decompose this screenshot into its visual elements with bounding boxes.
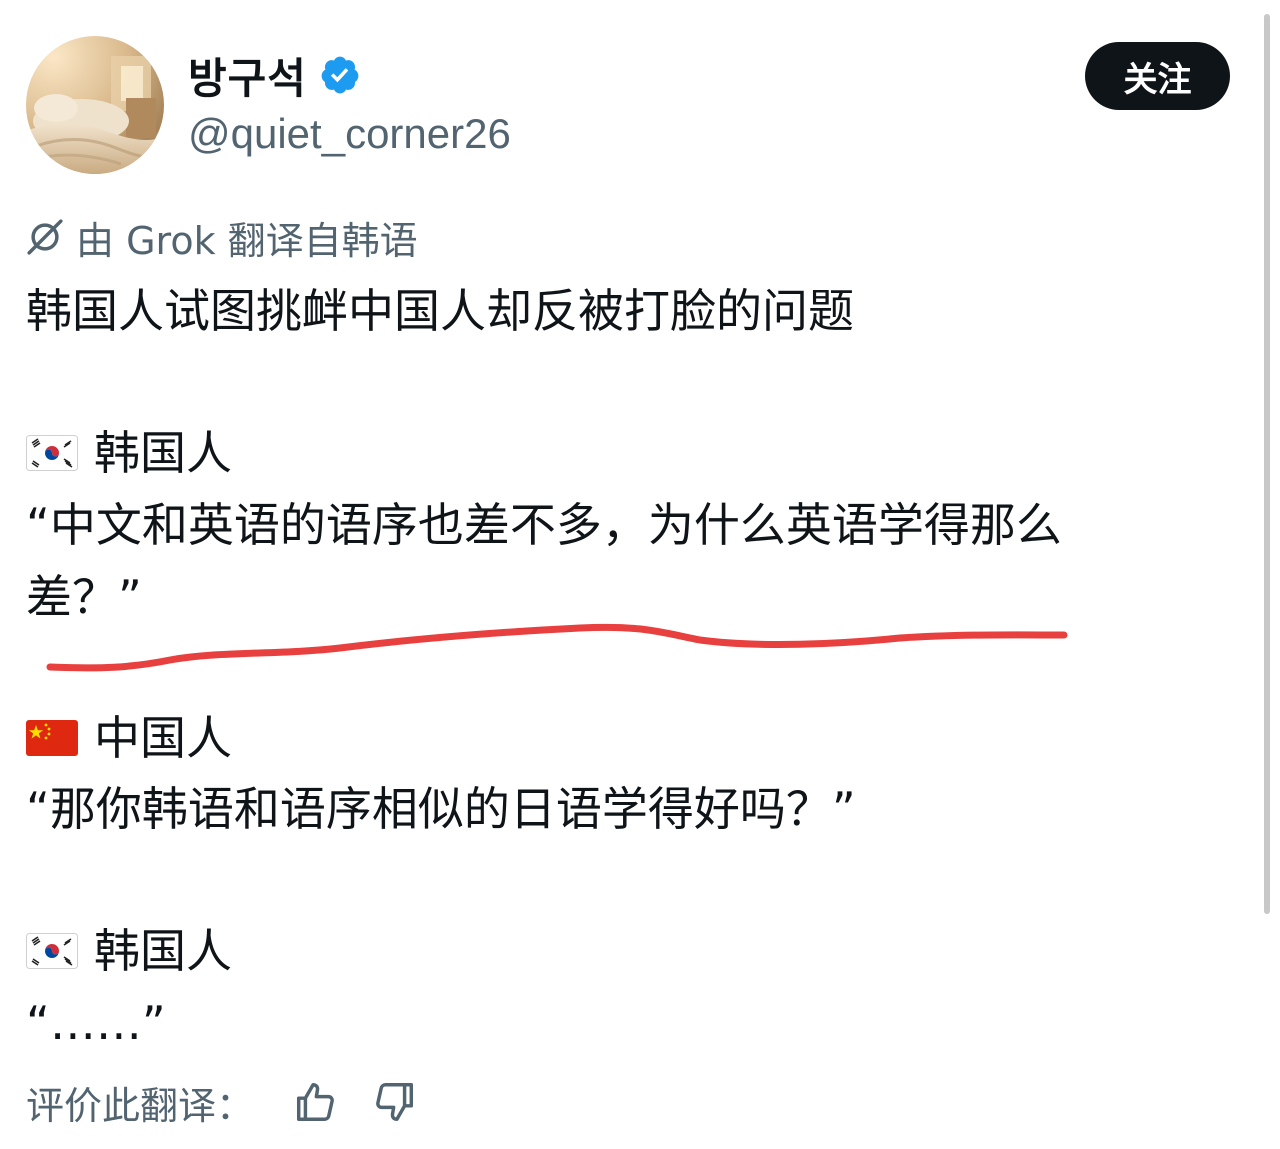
post-title: 韩国人试图挑衅中国人却反被打脸的问题 [26, 284, 854, 338]
speaker-label: 中国人 [94, 711, 232, 765]
speaker-row: 中国人 [26, 703, 232, 773]
thumbs-down-icon[interactable] [372, 1079, 418, 1125]
author-handle[interactable]: @quiet_corner26 [188, 110, 511, 158]
avatar-image [26, 36, 164, 174]
thumbs-up-icon[interactable] [292, 1079, 338, 1125]
rate-translation-label: 评价此翻译： [26, 1083, 255, 1128]
speaker-row: 韩国人 [26, 916, 232, 986]
speaker-row: 韩国人 [26, 418, 232, 488]
grok-icon [27, 219, 63, 255]
rate-translation-row: 评价此翻译： [26, 1072, 418, 1132]
quote-text: “中文和英语的语序也差不多，为什么英语学得那么 [26, 498, 1062, 552]
quote-text: “那你韩语和语序相似的日语学得好吗？” [26, 782, 856, 836]
china-flag-icon [26, 720, 78, 756]
speaker-label: 韩国人 [94, 426, 232, 480]
verified-badge-icon [321, 56, 359, 94]
author-name-row[interactable]: 방구석 [188, 46, 361, 104]
avatar[interactable] [26, 36, 164, 174]
south-korea-flag-icon [26, 933, 78, 969]
translation-notice[interactable]: 由 Grok 翻译自韩语 [26, 212, 418, 263]
translation-notice-text: 由 Grok 翻译自韩语 [76, 218, 418, 263]
red-underline-annotation [46, 623, 1068, 672]
follow-button[interactable]: 关注 [1085, 42, 1230, 110]
south-korea-flag-icon [26, 435, 78, 471]
scrollbar[interactable] [1264, 14, 1270, 914]
display-name[interactable]: 방구석 [188, 45, 307, 106]
quote-text: “……” [26, 996, 166, 1050]
speaker-label: 韩国人 [94, 924, 232, 978]
